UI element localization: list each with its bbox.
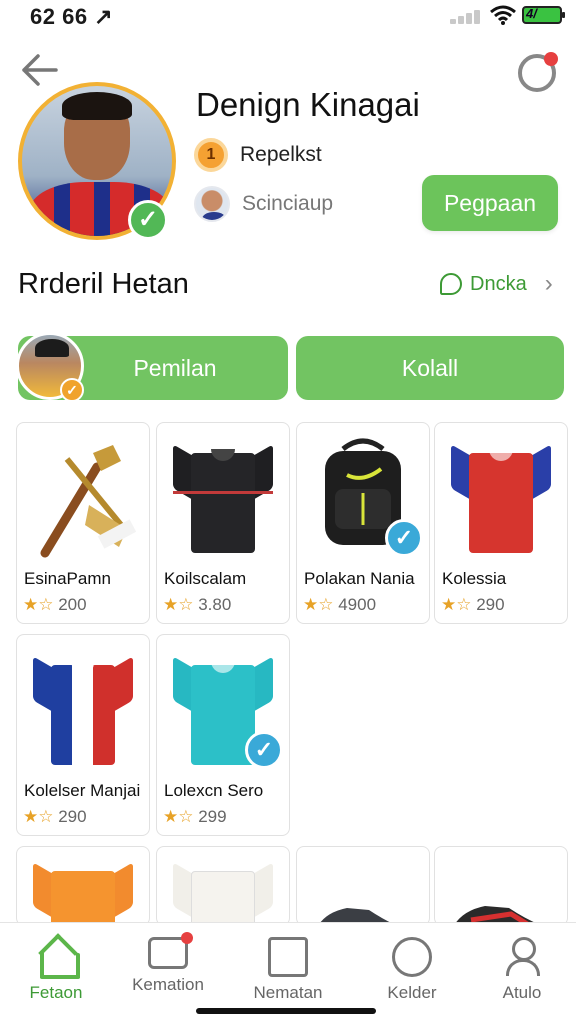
sub-row: Scinciaup [194, 186, 333, 222]
tab-home[interactable]: Fetaon [0, 933, 112, 1003]
tab-label: Fetaon [29, 983, 83, 1002]
box-icon [268, 937, 308, 977]
segment-avatar-check-icon: ✓ [60, 378, 84, 402]
grey-sneaker-icon [318, 908, 396, 925]
chat-badge-dot [181, 932, 193, 944]
tab-label: Kemation [132, 975, 204, 994]
star-icon: ★☆ [23, 595, 54, 614]
product-card[interactable]: ✓ Lolexcn Sero ★☆ 299 [156, 634, 290, 836]
rank-badge-icon: 1 [194, 138, 228, 172]
dial-icon [392, 937, 432, 977]
selected-check-icon: ✓ [385, 519, 423, 557]
selected-check-icon: ✓ [245, 731, 283, 769]
battery-label: 4/ [526, 6, 537, 21]
red-jersey-icon [441, 429, 561, 563]
product-rating: ★☆ 299 [163, 807, 227, 826]
segment-right-button[interactable]: Kolall [296, 336, 564, 400]
black-jacket-icon [163, 429, 283, 563]
back-arrow-icon[interactable] [20, 52, 60, 88]
sub-text: Scinciaup [242, 192, 334, 215]
product-card[interactable] [156, 846, 290, 926]
product-card[interactable] [16, 846, 150, 926]
tab-label: Kelder [387, 983, 437, 1002]
rank-text: Repelkst [240, 143, 322, 166]
product-card[interactable]: Koilscalam ★☆ 3.80 [156, 422, 290, 624]
product-rating: ★☆ 290 [441, 595, 505, 614]
striped-jersey-icon [23, 641, 143, 775]
product-name: Polakan Nania [304, 569, 415, 588]
chevron-right-icon: › [544, 270, 553, 297]
product-name: Lolexcn Sero [164, 781, 264, 800]
home-icon [36, 937, 80, 979]
verified-check-icon: ✓ [128, 200, 168, 240]
product-name: Kolelser Manjai [24, 781, 141, 800]
star-icon: ★☆ [163, 595, 194, 614]
status-bar: 62 66 ↗ 4/ [0, 0, 576, 34]
product-card[interactable]: EsinaPamn ★☆ 200 [16, 422, 150, 624]
tab-label: Nematan [253, 983, 323, 1002]
red-black-sneaker-icon [454, 906, 541, 925]
product-rating: ★☆ 4900 [303, 595, 377, 614]
product-card[interactable]: ✓ Polakan Nania ★☆ 4900 [296, 422, 430, 624]
product-card[interactable] [296, 846, 430, 926]
star-icon: ★☆ [163, 807, 194, 826]
white-jersey-icon [163, 853, 283, 925]
star-icon: ★☆ [303, 595, 334, 614]
profile-username: Denign Kinagai [196, 86, 420, 123]
golden-club-icon [40, 445, 137, 558]
home-indicator [196, 1008, 376, 1014]
star-icon: ★☆ [441, 595, 472, 614]
product-rating: ★☆ 200 [23, 595, 87, 614]
tab-label: Atulo [502, 983, 542, 1002]
mini-avatar [194, 186, 230, 222]
tab-profile[interactable]: Atulo [466, 933, 576, 1003]
product-name: Kolessia [442, 569, 507, 588]
product-rating: ★☆ 290 [23, 807, 87, 826]
product-card[interactable]: Kolelser Manjai ★☆ 290 [16, 634, 150, 836]
user-icon [502, 937, 542, 977]
status-time: 62 66 ↗ [30, 4, 114, 29]
orange-jersey-icon [23, 853, 143, 925]
notification-icon[interactable] [518, 52, 558, 92]
section-link[interactable]: Dncka › [440, 270, 553, 298]
product-name: EsinaPamn [24, 569, 111, 588]
star-icon: ★☆ [23, 807, 54, 826]
signal-icon [450, 8, 486, 24]
product-rating: ★☆ 3.80 [163, 595, 232, 614]
tab-dial[interactable]: Kelder [356, 933, 468, 1003]
tab-box[interactable]: Nematan [232, 933, 344, 1003]
product-card[interactable] [434, 846, 568, 926]
section-title: Rrderil Hetan [18, 268, 189, 300]
battery-icon: 4/ [522, 6, 565, 24]
chat-bubble-icon [440, 273, 462, 295]
section-link-label: Dncka [470, 272, 527, 295]
notification-dot [544, 52, 558, 66]
tab-chat[interactable]: Kemation [112, 932, 224, 995]
product-name: Koilscalam [164, 569, 247, 588]
product-card[interactable]: Kolessia ★☆ 290 [434, 422, 568, 624]
follow-button[interactable]: Pegpaan [422, 175, 558, 231]
wifi-icon [490, 5, 516, 25]
rank-row: 1 Repelkst [194, 138, 322, 172]
chat-icon [148, 932, 193, 969]
